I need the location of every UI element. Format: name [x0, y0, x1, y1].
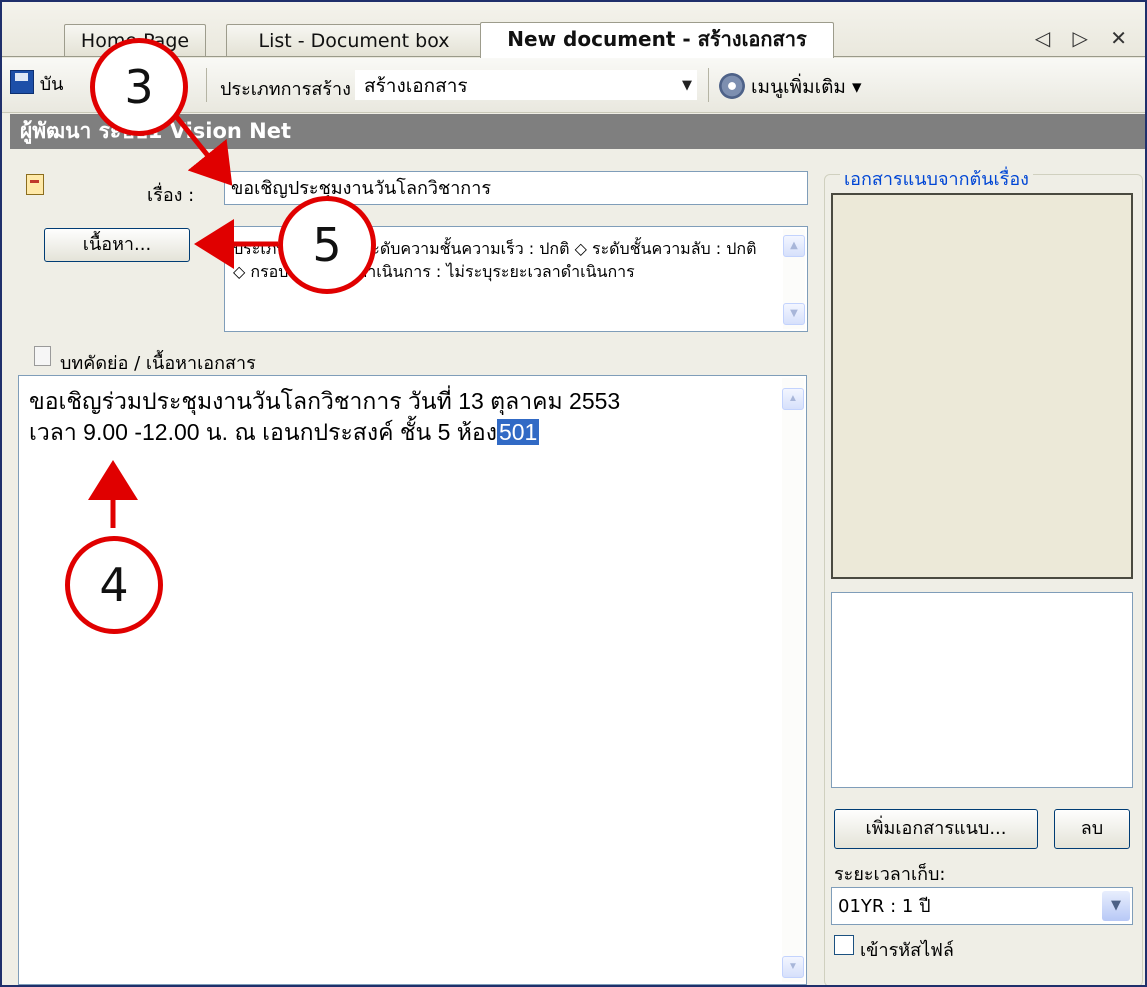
retention-label: ระยะเวลาเก็บ: — [834, 864, 946, 885]
gear-icon — [719, 73, 745, 99]
scroll-down-icon[interactable]: ▼ — [782, 956, 804, 978]
floppy-disk-icon — [10, 70, 34, 94]
add-attachment-button[interactable]: เพิ่มเอกสารแนบ... — [834, 809, 1038, 849]
author-band: ผู้พัฒนา ระบบ1 Vision Net — [10, 114, 1145, 149]
document-window: Home Page List - Document box New docume… — [0, 0, 1147, 987]
attachment-detail — [831, 592, 1133, 788]
subject-label: เรื่อง : — [147, 185, 195, 206]
body-line-1: ขอเชิญร่วมประชุมงานวันโลกวิชาการ วันที่ … — [29, 388, 621, 414]
body-line-2: เวลา 9.00 -12.00 น. ณ เอนกประสงค์ ชั้น 5… — [29, 417, 766, 448]
creation-type-label: ประเภทการสร้าง — [220, 79, 351, 100]
more-menu-label: เมนูเพิ่มเติม ▾ — [751, 76, 862, 98]
encrypt-checkbox[interactable] — [834, 935, 854, 955]
retention-value: 01YR : 1 ปี — [838, 896, 931, 917]
abstract-label: บทคัดย่อ / เนื้อหาเอกสาร — [60, 353, 256, 374]
attachments-list[interactable] — [831, 193, 1133, 579]
body-scrollbar[interactable]: ▲ ▼ — [782, 378, 804, 982]
creation-type-select[interactable]: สร้างเอกสาร ▼ — [355, 70, 697, 100]
annotation-callout-3: 3 — [90, 38, 188, 136]
page-icon — [34, 346, 51, 366]
tab-new-document[interactable]: New document - สร้างเอกสาร — [480, 22, 834, 58]
scroll-up-icon[interactable]: ▲ — [783, 235, 805, 257]
properties-scrollbar[interactable]: ▲ ▼ — [783, 229, 805, 329]
encrypt-label: เข้ารหัสไฟล์ — [860, 940, 954, 961]
document-body-textarea[interactable]: ขอเชิญร่วมประชุมงานวันโลกวิชาการ วันที่ … — [18, 375, 807, 985]
tab-document-box[interactable]: List - Document box — [226, 24, 482, 57]
toolbar-separator — [708, 68, 709, 102]
chevron-down-icon[interactable]: ▼ — [1102, 891, 1130, 921]
toolbar-separator — [206, 68, 207, 102]
scroll-down-icon[interactable]: ▼ — [783, 303, 805, 325]
document-icon — [26, 174, 44, 195]
scroll-up-icon[interactable]: ▲ — [782, 388, 804, 410]
content-button[interactable]: เนื้อหา... — [44, 228, 190, 262]
creation-type-value: สร้างเอกสาร — [364, 75, 468, 97]
annotation-callout-5: 5 — [278, 196, 376, 294]
selected-text: 501 — [496, 419, 540, 445]
save-button[interactable]: บัน — [10, 70, 63, 100]
save-label: บัน — [39, 74, 64, 95]
annotation-callout-4: 4 — [65, 536, 163, 634]
chevron-down-icon[interactable]: ▼ — [682, 71, 692, 101]
delete-attachment-button[interactable]: ลบ — [1054, 809, 1130, 849]
more-menu-button[interactable]: เมนูเพิ่มเติม ▾ — [719, 72, 862, 102]
attachments-title: เอกสารแนบจากต้นเรื่อง — [840, 164, 1033, 193]
body-line-2-text: เวลา 9.00 -12.00 น. ณ เอนกประสงค์ ชั้น 5… — [29, 419, 497, 445]
retention-select[interactable]: 01YR : 1 ปี ▼ — [831, 887, 1133, 925]
tab-navigation[interactable]: ◁ ▷ ✕ — [1035, 26, 1135, 50]
